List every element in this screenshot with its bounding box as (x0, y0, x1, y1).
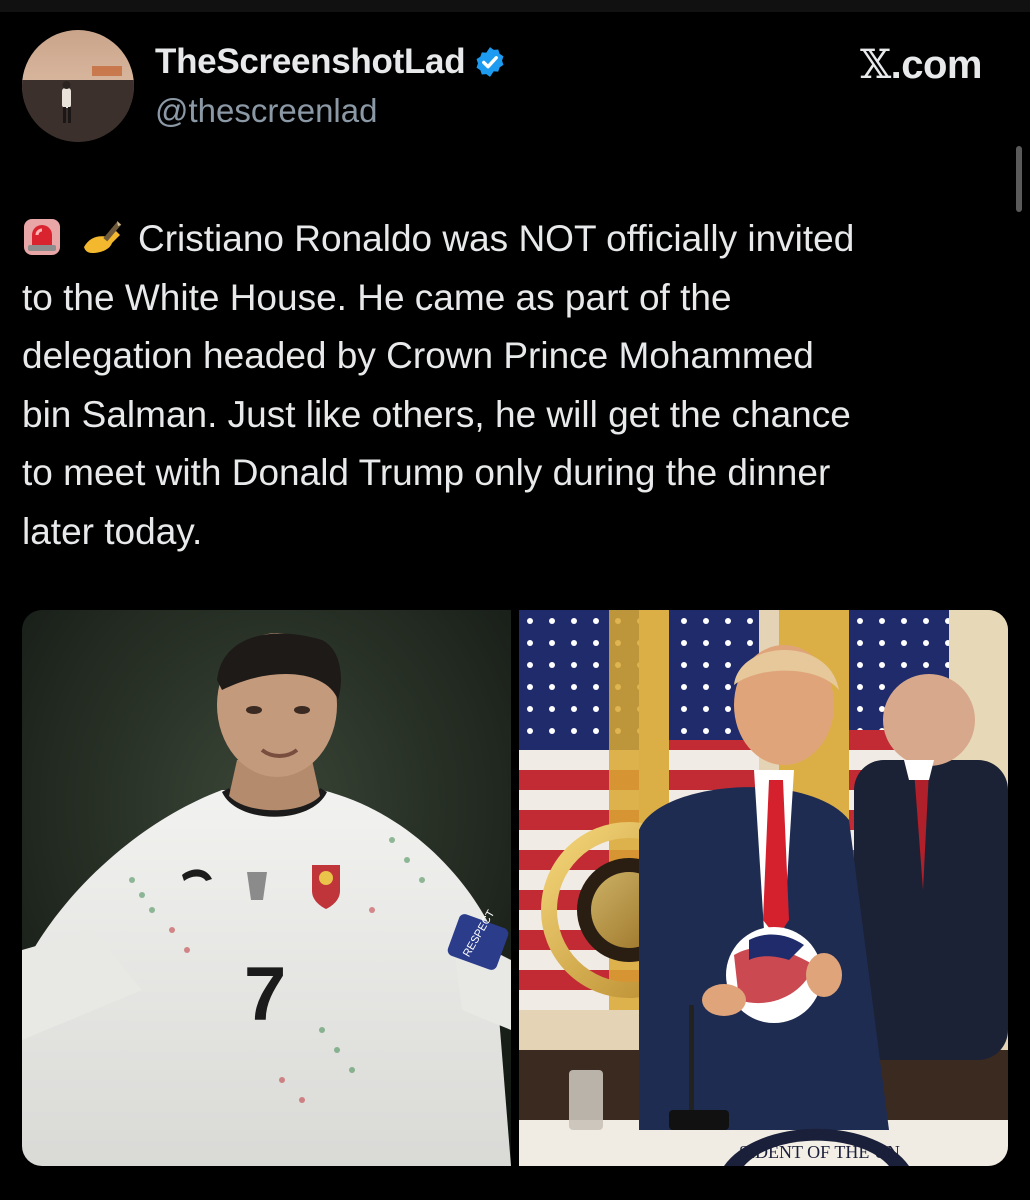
x-logo-icon: 𝕏 (860, 42, 891, 88)
user-handle[interactable]: @thescreenlad (155, 92, 377, 130)
post-header: TheScreenshotLad @thescreenlad 𝕏.com (22, 30, 1002, 142)
brand-suffix: .com (890, 43, 983, 87)
seal-text: SIDENT OF THE UN (739, 1142, 900, 1162)
display-name[interactable]: TheScreenshotLad (155, 42, 466, 82)
verified-badge-icon (473, 45, 507, 79)
top-strip (0, 0, 1030, 12)
jersey-number: 7 (244, 952, 286, 1037)
avatar[interactable] (22, 30, 134, 142)
white-house-photo-image: SIDENT OF THE UN (519, 610, 1008, 1166)
post-image-right[interactable]: SIDENT OF THE UN (519, 610, 1008, 1166)
avatar-photo-icon (22, 30, 134, 142)
police-light-emoji-icon (22, 216, 66, 256)
post-body: Cristiano Ronaldo was NOT officially inv… (22, 218, 855, 552)
post-text: Cristiano Ronaldo was NOT officially inv… (22, 210, 1008, 561)
post-image-left[interactable]: RESPECT 7 (22, 610, 511, 1166)
name-row: TheScreenshotLad (155, 42, 507, 82)
brand-logo: 𝕏.com (860, 42, 982, 88)
scrollbar[interactable] (1016, 146, 1022, 212)
writing-hand-emoji-icon (80, 216, 124, 256)
player-photo-image: RESPECT 7 (22, 610, 511, 1166)
